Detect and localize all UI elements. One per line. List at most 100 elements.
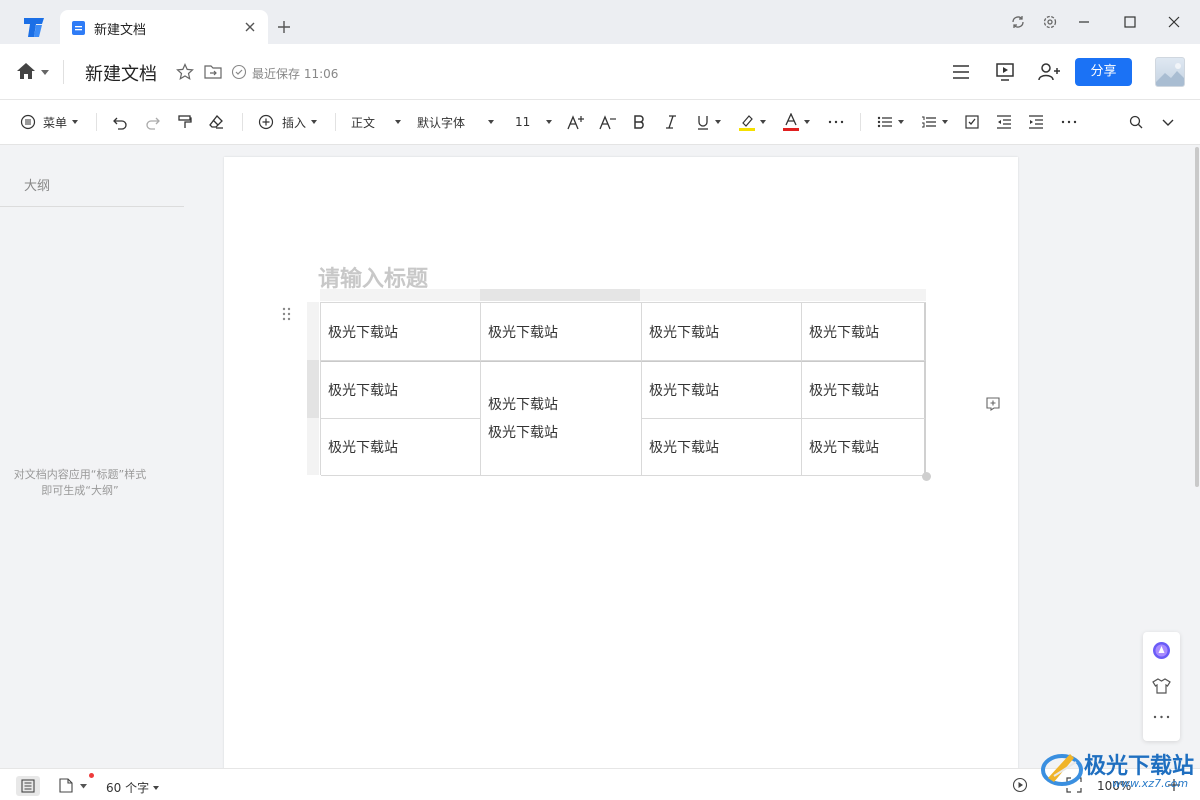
more-format-button[interactable] — [828, 111, 844, 133]
table-cell[interactable]: 极光下载站 — [802, 361, 926, 419]
decrease-font-button[interactable] — [599, 111, 617, 133]
bullet-list-dropdown[interactable] — [877, 111, 904, 133]
underline-dropdown[interactable] — [696, 111, 721, 133]
divider — [860, 113, 861, 131]
home-icon[interactable] — [16, 62, 36, 80]
font-color-icon — [783, 113, 799, 131]
table-cell[interactable]: 极光下载站 — [802, 303, 926, 361]
menu-dropdown[interactable]: 菜单 — [20, 111, 79, 133]
word-count[interactable]: 60 个字 — [106, 779, 160, 796]
add-comment-icon[interactable] — [985, 396, 1001, 412]
outline-title: 大纲 — [24, 179, 51, 194]
scrollbar-thumb[interactable] — [1195, 147, 1199, 487]
increase-indent-button[interactable] — [1028, 111, 1044, 133]
title-bar: 新建文档 — [0, 0, 1200, 44]
table-cell[interactable]: 极光下载站 — [642, 419, 802, 476]
table-cell[interactable]: 极光下载站 — [642, 361, 802, 419]
watermark-logo-icon — [1041, 754, 1083, 786]
paragraph-style-dropdown[interactable]: 正文 — [351, 111, 402, 133]
decrease-font-icon — [599, 115, 616, 130]
row-selector-active[interactable] — [307, 360, 319, 418]
caret-down-icon — [72, 120, 79, 124]
outline-toggle-button[interactable] — [16, 776, 40, 796]
share-button[interactable]: 分享 — [1075, 58, 1132, 86]
tab-title: 新建文档 — [94, 23, 147, 38]
close-window-icon[interactable] — [1165, 13, 1183, 31]
word-count-text: 60 个字 — [106, 781, 150, 795]
caret-down-icon — [546, 120, 553, 124]
merged-table-cell[interactable]: 极光下载站 极光下载站 — [481, 361, 642, 476]
size-label: 11 — [515, 115, 531, 129]
more-horizontal-icon[interactable] — [1153, 714, 1170, 720]
menu-lines-icon[interactable] — [951, 63, 971, 81]
format-painter-icon — [178, 115, 192, 128]
save-status: 最近保存 11:06 — [252, 67, 339, 81]
table-cell[interactable]: 极光下载站 — [642, 303, 802, 361]
table-cell[interactable]: 极光下载站 — [481, 303, 642, 361]
play-circle-icon[interactable] — [1012, 777, 1028, 793]
bold-button[interactable] — [632, 111, 646, 133]
caret-down-icon[interactable] — [80, 784, 87, 789]
numbered-list-icon — [922, 116, 936, 128]
font-size-dropdown[interactable]: 11 — [515, 111, 553, 133]
table-cell[interactable]: 极光下载站 — [321, 361, 481, 419]
font-color-dropdown[interactable] — [783, 111, 810, 133]
close-tab-icon[interactable] — [241, 18, 259, 36]
home-dropdown-icon[interactable] — [41, 70, 49, 75]
format-painter-button[interactable] — [177, 111, 193, 133]
presentation-icon[interactable] — [995, 62, 1015, 82]
document-title[interactable]: 新建文档 — [85, 60, 157, 86]
tab-new-document[interactable]: 新建文档 — [60, 10, 268, 44]
ai-assistant-icon[interactable] — [1152, 641, 1171, 660]
eraser-icon — [209, 115, 223, 129]
page-view-icon[interactable] — [59, 778, 73, 793]
menu-circle-icon — [20, 114, 36, 130]
divider — [63, 60, 64, 84]
more-paragraph-button[interactable] — [1061, 111, 1077, 133]
maximize-icon[interactable] — [1121, 13, 1139, 31]
floating-tools-panel — [1143, 632, 1180, 741]
table-resize-handle[interactable] — [922, 472, 931, 481]
star-icon[interactable] — [176, 63, 194, 81]
column-selector-active[interactable] — [480, 289, 640, 301]
move-to-folder-icon[interactable] — [204, 64, 222, 80]
italic-button[interactable] — [664, 111, 678, 133]
undo-icon — [113, 117, 127, 130]
avatar[interactable] — [1155, 57, 1185, 87]
caret-down-icon — [898, 120, 904, 124]
outline-hint: 对文档内容应用“标题”样式 即可生成“大纲” — [0, 467, 160, 499]
highlight-dropdown[interactable] — [739, 111, 766, 133]
decrease-indent-button[interactable] — [996, 111, 1012, 133]
new-tab-plus-icon[interactable] — [276, 19, 292, 35]
caret-down-icon — [153, 785, 160, 790]
clear-format-button[interactable] — [208, 111, 224, 133]
collapse-toolbar-button[interactable] — [1160, 111, 1176, 133]
theme-shirt-icon[interactable] — [1152, 677, 1171, 695]
sync-icon[interactable] — [1009, 13, 1027, 31]
drag-handle-icon[interactable] — [282, 307, 292, 321]
undo-button[interactable] — [112, 111, 128, 133]
task-list-button[interactable] — [964, 111, 980, 133]
underline-icon — [698, 116, 708, 130]
indent-icon — [1029, 115, 1043, 129]
add-collaborator-icon[interactable] — [1037, 61, 1061, 83]
increase-font-button[interactable] — [567, 111, 585, 133]
table-cell[interactable]: 极光下载站 — [802, 419, 926, 476]
insert-dropdown[interactable]: 插入 — [258, 111, 318, 133]
font-family-dropdown[interactable]: 默认字体 — [417, 111, 495, 133]
document-page[interactable]: 请输入标题 极光下载站 极光下载站 极光下载站 极光下载站 极光下载站 极光下载… — [224, 157, 1018, 777]
minimize-icon[interactable] — [1075, 13, 1093, 31]
table-cell[interactable]: 极光下载站 — [321, 419, 481, 476]
search-button[interactable] — [1128, 111, 1144, 133]
caret-down-icon — [488, 120, 495, 124]
caret-down-icon — [760, 120, 766, 124]
redo-button[interactable] — [145, 111, 161, 133]
table-cell[interactable]: 极光下载站 — [321, 303, 481, 361]
outline-hint-line: 即可生成“大纲” — [41, 484, 119, 497]
caret-down-icon — [715, 120, 721, 124]
settings-gear-icon[interactable] — [1041, 13, 1059, 31]
numbered-list-dropdown[interactable] — [921, 111, 948, 133]
chevron-down-icon — [1162, 119, 1174, 126]
checkbox-icon — [965, 115, 979, 129]
document-icon — [72, 21, 85, 35]
